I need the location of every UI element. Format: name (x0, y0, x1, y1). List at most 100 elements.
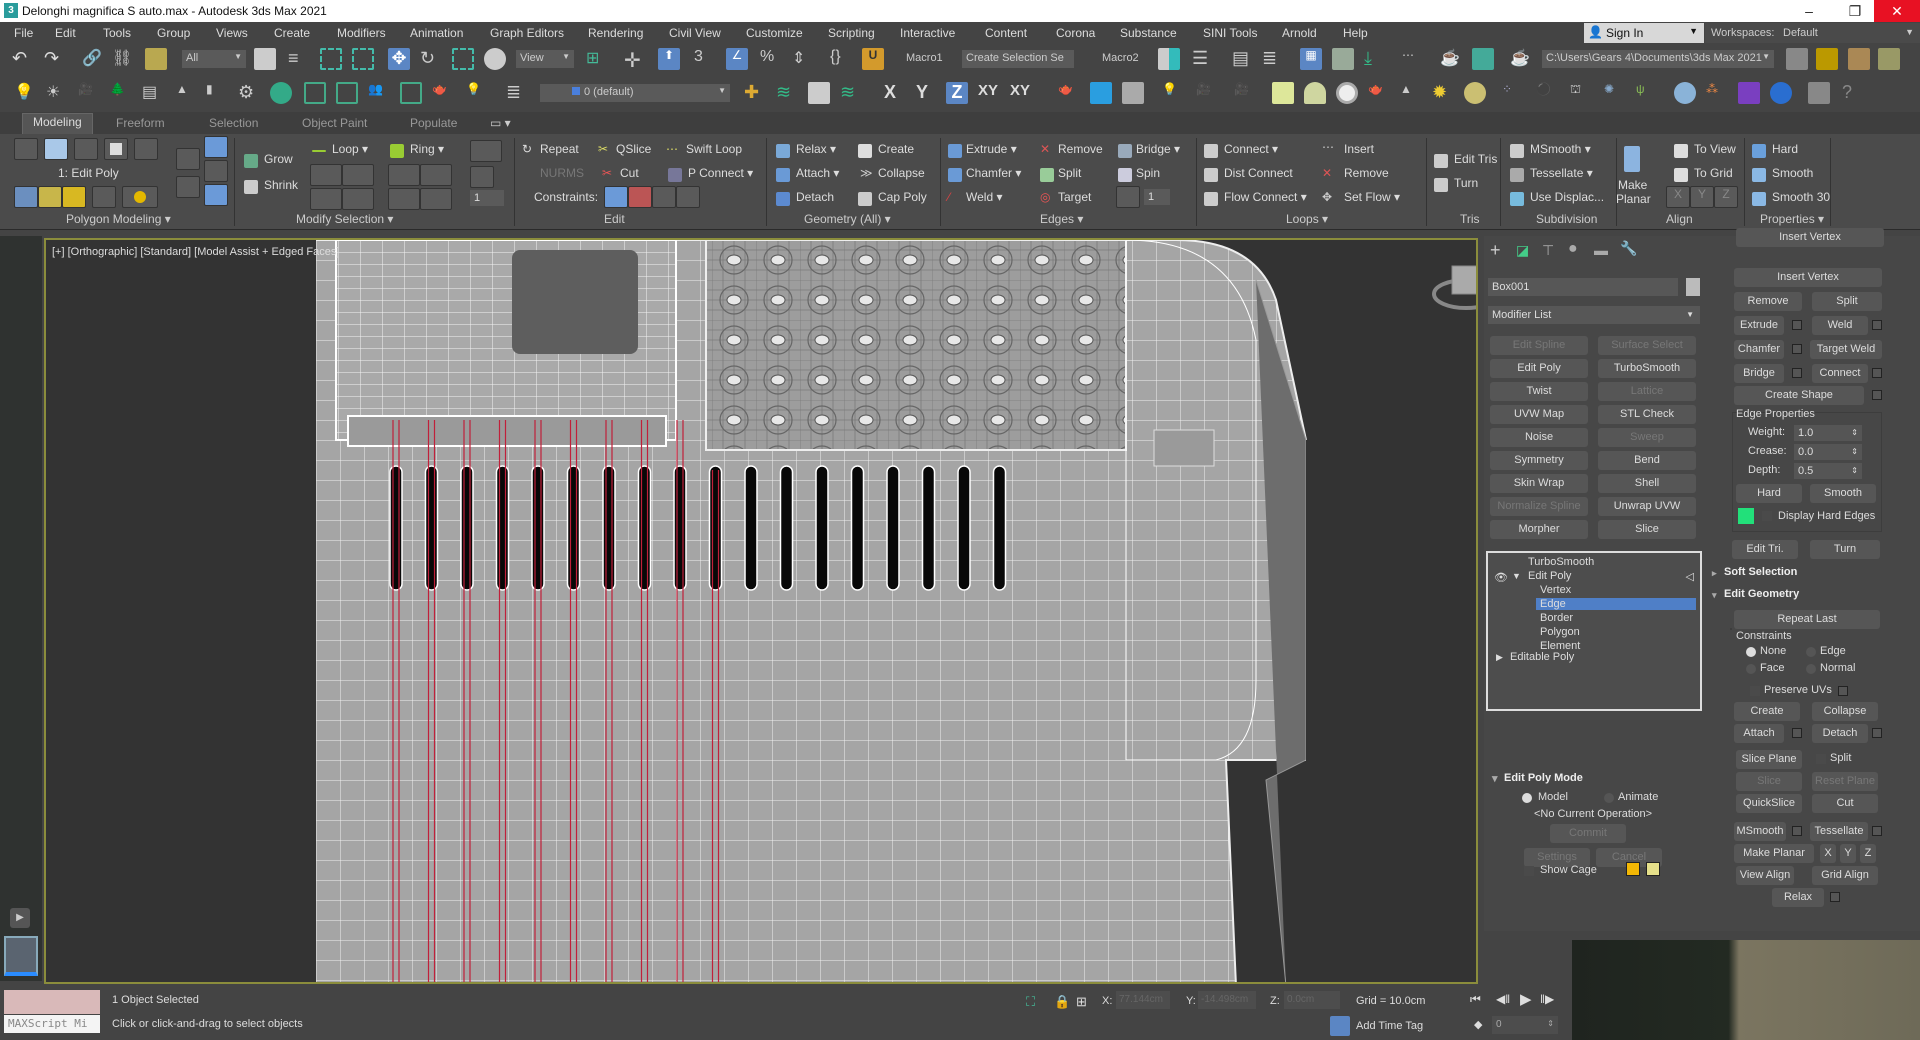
quickslice-button[interactable]: QuickSlice (1736, 794, 1802, 813)
swift-loop-button[interactable]: Swift Loop (686, 142, 742, 156)
menu-substance[interactable]: Substance (1120, 26, 1177, 40)
modifier-shell-button[interactable]: Shell (1598, 474, 1696, 493)
menu-tools[interactable]: Tools (103, 26, 131, 40)
sign-in-button[interactable]: 👤 Sign In ▼ (1584, 23, 1704, 43)
render-production-icon[interactable]: ☕ (1510, 48, 1532, 70)
grow-button[interactable]: Grow (264, 152, 293, 166)
hard-edge-color-swatch[interactable] (1738, 508, 1754, 524)
material-sphere-icon[interactable] (1674, 82, 1696, 104)
extrude-button[interactable]: Extrude (1734, 316, 1784, 335)
to-view-button[interactable]: To View (1694, 142, 1736, 156)
modifier-skin-wrap-button[interactable]: Skin Wrap (1490, 474, 1588, 493)
geometry-group-label[interactable]: Geometry (All) ▾ (804, 212, 891, 226)
align-y-button[interactable]: Y (1690, 186, 1714, 208)
bulb-icon[interactable]: 💡 (466, 82, 488, 104)
edit-tri-button[interactable]: Edit Tri. (1732, 540, 1798, 559)
chamfer-settings-button[interactable] (1792, 344, 1802, 354)
menu-customize[interactable]: Customize (746, 26, 803, 40)
subobject-border[interactable]: Border (1536, 612, 1577, 624)
project-folder-dropdown[interactable]: C:\Users\Gears 4\Documents\3ds Max 2021 … (1542, 50, 1774, 68)
planar-z-button[interactable]: Z (1860, 844, 1876, 863)
z-coordinate-field[interactable]: 0.0cm (1284, 991, 1340, 1009)
rendered-frame-icon[interactable] (1472, 48, 1494, 70)
connect-button[interactable]: Connect (1812, 364, 1868, 383)
modifier-noise-button[interactable]: Noise (1490, 428, 1588, 447)
spin-button[interactable]: Spin (1136, 166, 1160, 180)
selection-step-spinner[interactable]: 1 (470, 190, 504, 206)
relax-button[interactable]: Relax ▾ (796, 142, 836, 156)
motion-tab-icon[interactable]: ● (1568, 240, 1578, 258)
reference-coordinate-dropdown[interactable]: View ▼ (516, 50, 574, 68)
constraint-normal-button[interactable] (676, 186, 700, 208)
stack-item-editable-poly[interactable]: Editable Poly (1510, 651, 1574, 663)
absolute-mode-icon[interactable]: ⊞ (1076, 994, 1087, 1010)
render-region-icon[interactable] (336, 82, 358, 104)
preserve-uvs-button[interactable] (92, 186, 116, 208)
constraint-none-radio[interactable] (1746, 647, 1756, 657)
cap-poly-button[interactable]: Cap Poly (878, 190, 927, 204)
modifier-edit-spline-button[interactable]: Edit Spline (1490, 336, 1588, 355)
make-planar-button[interactable]: Make (1618, 178, 1647, 192)
schematic-view-icon[interactable]: ⤓ (1364, 48, 1386, 70)
axis-y-button[interactable]: Y (916, 82, 938, 104)
smooth-button[interactable]: Smooth (1772, 166, 1813, 180)
edit-geometry-collapse-icon[interactable]: ▾ (1712, 590, 1717, 601)
modify-tab-icon[interactable]: ◪ (1516, 242, 1529, 259)
loop-button[interactable]: Loop ▾ (332, 142, 368, 156)
stack-down-button[interactable] (176, 176, 200, 198)
viewport-label[interactable]: [+] [Orthographic] [Standard] [Model Ass… (52, 246, 339, 258)
menu-civil-view[interactable]: Civil View (669, 26, 721, 40)
macro1-button[interactable]: Macro1 (906, 52, 943, 64)
preserve-uvs-settings-button[interactable] (1838, 686, 1848, 696)
toggle-ribbon-icon[interactable]: ▦ (1300, 48, 1322, 70)
remove-button[interactable]: Remove (1734, 292, 1802, 311)
polygon-modeling-group-label[interactable]: Polygon Modeling ▾ (66, 212, 171, 226)
snaps-toggle-icon[interactable]: 3 (694, 48, 716, 70)
connect-button[interactable]: Connect ▾ (1224, 142, 1278, 156)
slice-plane-button[interactable]: Slice Plane (1736, 750, 1802, 769)
x-coordinate-field[interactable]: 77.144cm (1116, 991, 1170, 1009)
rollout-collapse-icon[interactable]: ▾ (1492, 772, 1498, 785)
bridge-button[interactable]: Bridge (1734, 364, 1784, 383)
use-displace-button[interactable]: Use Displac... (1530, 190, 1604, 204)
tab-selection[interactable]: Selection (209, 116, 258, 130)
list-icon[interactable]: ▤ (142, 82, 164, 104)
soft-selection-button[interactable] (122, 186, 158, 208)
open-project-icon[interactable] (1816, 48, 1838, 70)
edit-group-label[interactable]: Edit (604, 212, 625, 226)
paint-selection-button[interactable] (470, 166, 494, 188)
insert-vertex-button[interactable]: Insert Vertex (1736, 228, 1884, 247)
slice-button[interactable]: Slice (1736, 772, 1802, 791)
current-frame-field[interactable]: 0 ⇕ (1492, 1016, 1558, 1034)
axis-xy-button[interactable]: XY (978, 82, 1000, 104)
hard-button[interactable]: Hard (1772, 142, 1798, 156)
layer-manager-icon[interactable]: ≣ (506, 82, 528, 104)
modifier-bend-button[interactable]: Bend (1598, 451, 1696, 470)
modifier-surface-select-button[interactable]: Surface Select (1598, 336, 1696, 355)
properties-group-label[interactable]: Properties ▾ (1760, 212, 1824, 226)
split-button[interactable]: Split (1058, 166, 1081, 180)
align-z-button[interactable]: Z (1714, 186, 1738, 208)
to-grid-button[interactable]: To Grid (1694, 166, 1733, 180)
clipboard-icon[interactable] (1808, 82, 1830, 104)
viewport-layout-thumbnail[interactable] (4, 936, 38, 976)
attach-button[interactable]: Attach (1734, 724, 1784, 743)
sun-icon[interactable]: ☀ (46, 82, 68, 104)
help-icon[interactable]: ? (1842, 82, 1864, 104)
modifier-slice-button[interactable]: Slice (1598, 520, 1696, 539)
modifier-lattice-button[interactable]: Lattice (1598, 382, 1696, 401)
cone-icon[interactable]: ▲ (1400, 82, 1422, 104)
safe-frame-icon[interactable] (400, 82, 422, 104)
extrude-settings-button[interactable] (1792, 320, 1802, 330)
link-icon[interactable]: 🔗 (82, 48, 104, 70)
attach-settings-button[interactable] (1792, 728, 1802, 738)
create-button[interactable]: Create (878, 142, 914, 156)
view-cube[interactable] (1432, 265, 1478, 310)
menu-edit[interactable]: Edit (55, 26, 76, 40)
camera-icon[interactable]: 🎥 (78, 82, 100, 104)
split-button[interactable]: Split (1812, 292, 1882, 311)
hierarchy-tab-icon[interactable]: ⊤ (1542, 242, 1554, 259)
repeat-last-button[interactable]: Repeat Last (1734, 610, 1880, 629)
window-crossing-icon[interactable] (352, 48, 374, 70)
constraint-face-radio[interactable] (1746, 664, 1756, 674)
